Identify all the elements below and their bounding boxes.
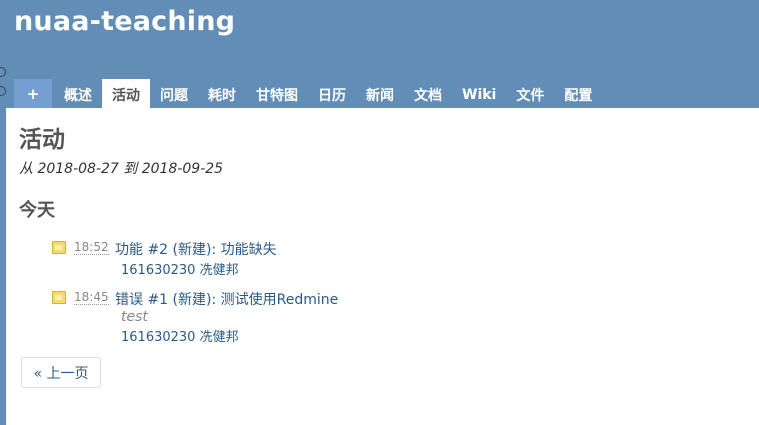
day-heading: 今天 xyxy=(19,200,55,221)
event-title-link[interactable]: 功能 #2 (新建): 功能缺失 xyxy=(115,239,277,259)
tab-files[interactable]: 文件 xyxy=(506,79,554,108)
event-time: 18:52 xyxy=(74,240,109,255)
new-object-button[interactable]: + xyxy=(14,79,52,108)
tab-issues[interactable]: 问题 xyxy=(150,79,198,108)
tab-documents[interactable]: 文档 xyxy=(404,79,452,108)
event-author-link[interactable]: 161630230 冼健邦 xyxy=(121,326,239,345)
event-title-link[interactable]: 错误 #1 (新建): 测试使用Redmine xyxy=(115,289,338,309)
page-title: 活动 xyxy=(19,127,65,153)
tab-calendar[interactable]: 日历 xyxy=(308,79,356,108)
tab-overview[interactable]: 概述 xyxy=(54,79,102,108)
header: nuaa-teaching + 概述 活动 问题 耗时 甘特图 日历 新闻 文档… xyxy=(0,0,759,108)
tab-settings[interactable]: 配置 xyxy=(554,79,602,108)
tab-time-entries[interactable]: 耗时 xyxy=(198,79,246,108)
event-author-link[interactable]: 161630230 冼健邦 xyxy=(121,259,239,278)
project-title[interactable]: nuaa-teaching xyxy=(14,6,235,37)
date-range: 从 2018-08-27 到 2018-09-25 xyxy=(19,161,224,177)
edge-marker xyxy=(0,67,6,77)
tab-gantt[interactable]: 甘特图 xyxy=(246,79,308,108)
tab-news[interactable]: 新闻 xyxy=(356,79,404,108)
issue-icon xyxy=(52,241,66,254)
previous-page-button[interactable]: « 上一页 xyxy=(21,357,101,388)
main-menu: + 概述 活动 问题 耗时 甘特图 日历 新闻 文档 Wiki 文件 配置 xyxy=(14,79,602,108)
event-time: 18:45 xyxy=(74,290,109,305)
tab-wiki[interactable]: Wiki xyxy=(452,79,506,108)
event-description: test xyxy=(121,309,148,325)
edge-marker xyxy=(0,86,6,96)
tab-activity[interactable]: 活动 xyxy=(102,79,150,108)
main-content: 活动 从 2018-08-27 到 2018-09-25 今天 18:52 功能… xyxy=(6,108,759,425)
issue-icon xyxy=(52,291,66,304)
